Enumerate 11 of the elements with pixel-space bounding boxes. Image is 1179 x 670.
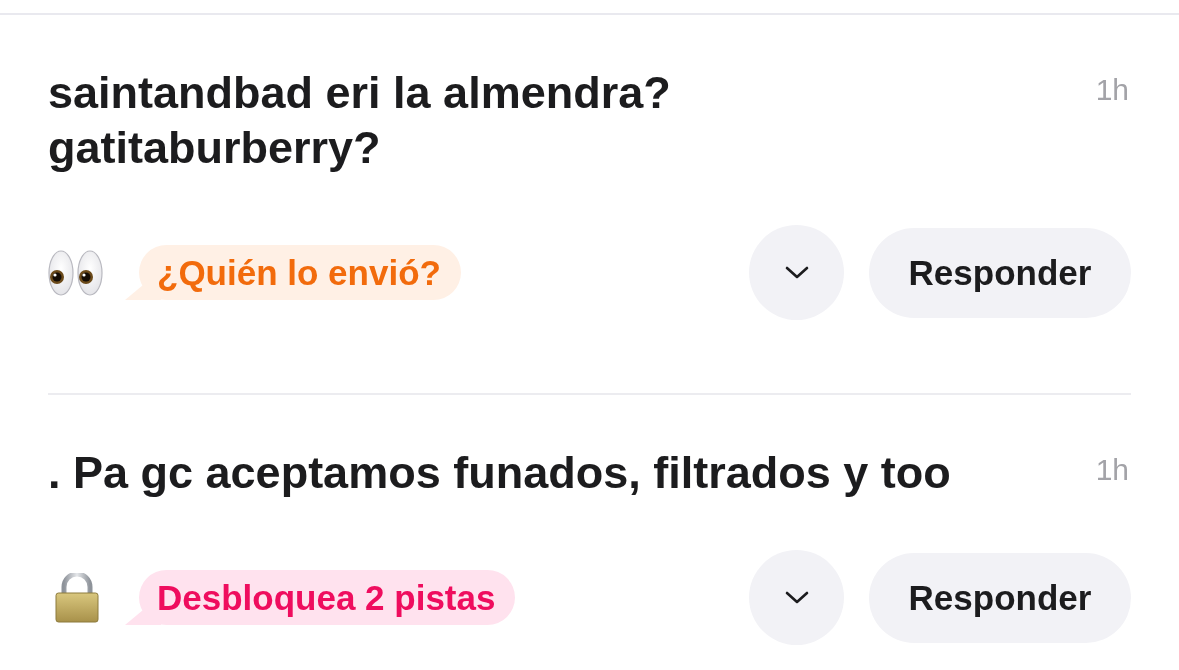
hint-bubble[interactable]: Desbloquea 2 pistas — [125, 570, 516, 625]
message-text: . Pa gc aceptamos funados, filtrados y too — [48, 446, 951, 500]
timestamp: 1h — [1095, 452, 1129, 488]
reply-button[interactable]: Responder — [869, 552, 1131, 643]
chevron-down-icon — [784, 266, 809, 279]
chevron-down-icon — [784, 591, 809, 604]
reply-button[interactable]: Responder — [869, 227, 1131, 318]
eyes-icon — [48, 249, 104, 296]
message-text: saintandbad eri la almendra? gatitaburberry? — [48, 66, 671, 175]
padlock-icon — [55, 572, 99, 623]
timestamp: 1h — [1095, 72, 1129, 108]
